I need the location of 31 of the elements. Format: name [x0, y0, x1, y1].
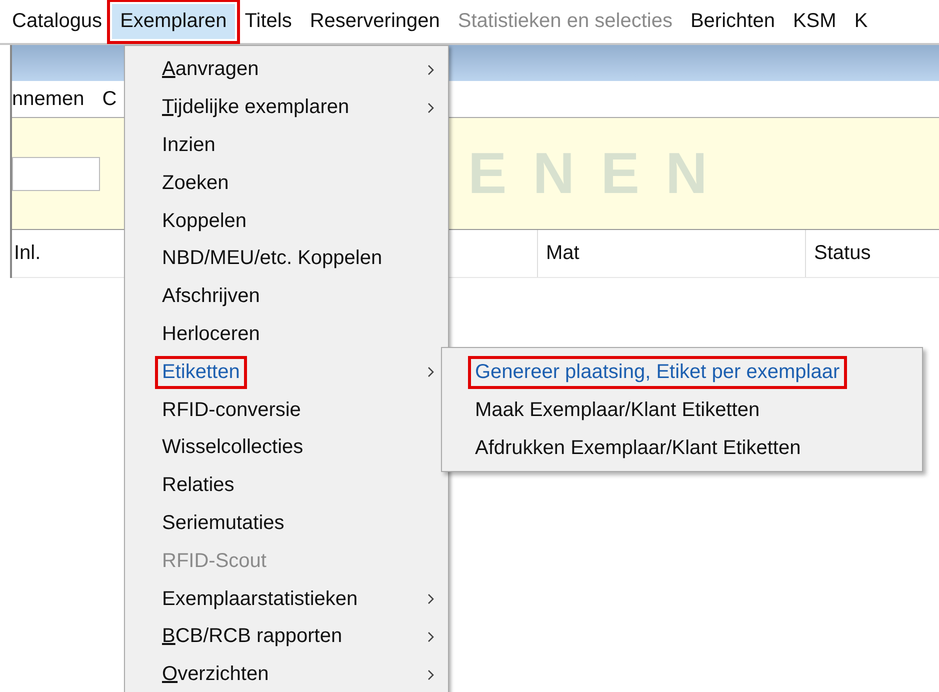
menu-item[interactable]: Overzichten	[158, 661, 273, 688]
menu-item[interactable]: Maak Exemplaar/Klant Etiketten	[471, 397, 764, 424]
menu-item[interactable]: Seriemutaties	[158, 510, 288, 537]
menu-bar-item[interactable]: Catalogus	[4, 4, 110, 39]
menu-bar-item[interactable]: Titels	[236, 4, 300, 39]
menu-item[interactable]: Zoeken	[158, 170, 233, 197]
input-field[interactable]	[12, 156, 100, 190]
menu-bar-item[interactable]: Berichten	[682, 4, 783, 39]
column-header[interactable]: Mat	[537, 230, 805, 277]
menu-item[interactable]: NBD/MEU/etc. Koppelen	[158, 245, 386, 272]
menu-item[interactable]: Wisselcollecties	[158, 434, 308, 462]
menu-item[interactable]: Koppelen	[158, 208, 251, 235]
menu-item[interactable]: Etiketten	[158, 358, 244, 386]
menu-item[interactable]: BCB/RCB rapporten	[158, 623, 346, 650]
toolbar-item[interactable]: nnemen	[12, 88, 84, 110]
menu-bar-item[interactable]: K	[846, 4, 876, 39]
menu-bar-item[interactable]: Reserveringen	[302, 4, 448, 39]
menu-item[interactable]: Exemplaarstatistieken	[158, 586, 362, 613]
menu-item[interactable]: Afschrijven	[158, 283, 264, 310]
menu-item[interactable]: Aanvragen	[158, 56, 263, 84]
menu-item[interactable]: Genereer plaatsing, Etiket per exemplaar	[471, 359, 844, 386]
menu-item[interactable]: RFID-conversie	[158, 396, 305, 424]
menu-item[interactable]: Tijdelijke exemplaren	[158, 94, 354, 122]
toolbar-item[interactable]: C	[102, 88, 117, 110]
column-header[interactable]: Status	[805, 230, 871, 277]
menu-item[interactable]: Afdrukken Exemplaar/Klant Etiketten	[471, 434, 805, 462]
menu-bar-item[interactable]: KSM	[784, 4, 844, 39]
menu-item[interactable]: Inzien	[158, 132, 220, 159]
menu-bar-item[interactable]: Exemplaren	[112, 4, 235, 39]
menu-item[interactable]: Relaties	[158, 472, 238, 500]
menu-item[interactable]: Herloceren	[158, 320, 264, 348]
